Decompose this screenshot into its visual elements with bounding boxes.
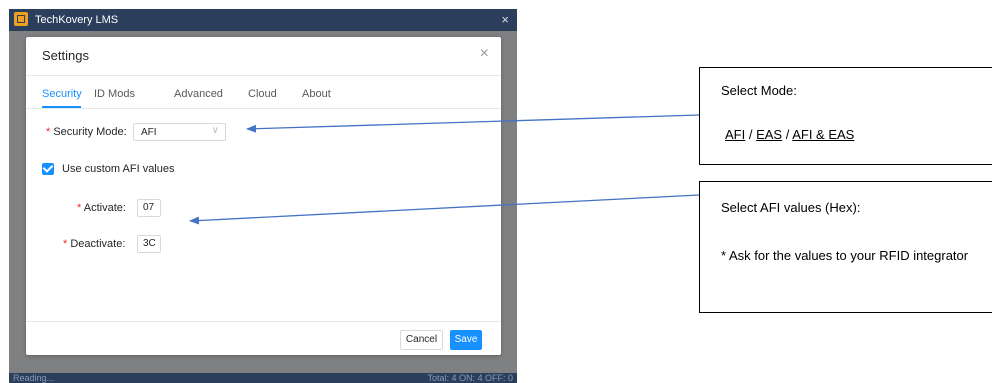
arrow-to-security-mode xyxy=(246,114,700,133)
annotation-arrows xyxy=(189,114,700,225)
arrow-to-activate xyxy=(189,194,700,225)
